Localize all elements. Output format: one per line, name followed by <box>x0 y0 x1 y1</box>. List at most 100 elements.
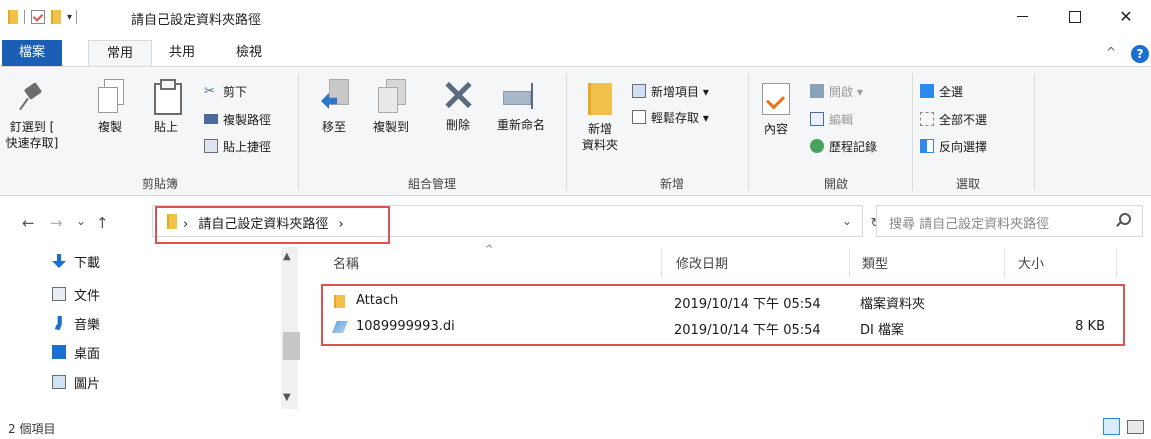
copy-to-button[interactable]: 複製到 <box>364 79 418 135</box>
copy-button[interactable]: 複製 <box>90 79 130 135</box>
move-to-label: 移至 <box>321 120 346 134</box>
open-button[interactable]: 開啟 ▾ <box>810 81 863 101</box>
close-button[interactable]: ✕ <box>1103 0 1149 33</box>
new-group-label: 新增 <box>659 177 684 191</box>
address-dropdown-button[interactable]: ⌄ <box>842 214 852 228</box>
folder-icon[interactable] <box>8 10 18 24</box>
history-icon <box>810 139 824 153</box>
up-button[interactable]: ↑ <box>96 214 109 232</box>
copy-path-icon <box>204 114 218 124</box>
maximize-button[interactable] <box>1052 0 1098 33</box>
nav-item-music[interactable]: 音樂 <box>52 313 100 333</box>
scroll-up-icon[interactable]: ▲ <box>283 251 291 262</box>
new-folder-label: 新增 資料夾 <box>581 122 618 152</box>
music-icon <box>54 316 62 330</box>
open-group-label: 開啟 <box>823 177 848 191</box>
edit-button[interactable]: 編輯 <box>810 109 853 129</box>
new-item-label: 新增項目 ▾ <box>651 84 709 99</box>
column-divider[interactable] <box>1004 248 1005 278</box>
nav-item-label: 下載 <box>74 255 101 271</box>
invert-selection-button[interactable]: 反向選擇 <box>920 136 987 156</box>
properties-check-icon[interactable] <box>31 10 45 24</box>
paste-button[interactable]: 貼上 <box>146 79 186 135</box>
select-all-icon <box>920 84 934 98</box>
navigation-pane: 下載 文件 音樂 桌面 圖片 <box>0 243 300 413</box>
new-folder-button[interactable]: 新增 資料夾 <box>574 83 626 153</box>
tab-home[interactable]: 常用 <box>88 40 152 66</box>
download-icon <box>52 254 66 268</box>
edit-icon <box>810 112 824 126</box>
copy-to-icon <box>376 79 406 113</box>
easy-access-label: 輕鬆存取 ▾ <box>651 110 709 125</box>
tab-file[interactable]: 檔案 <box>2 40 62 66</box>
new-folder-icon[interactable] <box>51 10 61 24</box>
status-item-count: 2 個項目 <box>8 422 56 436</box>
minimize-button[interactable] <box>999 0 1045 33</box>
column-divider[interactable] <box>661 248 662 278</box>
select-none-button[interactable]: 全部不選 <box>920 109 987 129</box>
copy-label: 複製 <box>97 120 122 134</box>
easy-access-button[interactable]: 輕鬆存取 ▾ <box>632 107 709 127</box>
edit-label: 編輯 <box>829 112 854 127</box>
invert-selection-icon <box>920 139 934 153</box>
move-to-button[interactable]: 移至 <box>314 79 354 135</box>
nav-item-downloads[interactable]: 下載 <box>52 251 100 271</box>
history-button[interactable]: 歷程記錄 <box>810 136 877 156</box>
move-to-icon <box>319 79 349 113</box>
copy-path-button[interactable]: 複製路徑 <box>204 109 271 129</box>
nav-item-pictures[interactable]: 圖片 <box>52 372 100 392</box>
group-divider <box>912 73 913 191</box>
copy-icon <box>96 79 124 113</box>
recent-locations-button[interactable]: ⌄ <box>76 214 86 228</box>
scrollbar-thumb[interactable] <box>283 332 300 360</box>
search-input[interactable]: 搜尋 請自己設定資料夾路徑 <box>889 213 1049 232</box>
pictures-icon <box>52 375 66 389</box>
select-none-label: 全部不選 <box>939 112 988 127</box>
invert-selection-label: 反向選擇 <box>939 139 988 154</box>
qat-customize-dropdown[interactable]: ▾ <box>67 12 72 23</box>
nav-item-documents[interactable]: 文件 <box>52 284 100 304</box>
tab-view[interactable]: 檢視 <box>222 40 276 66</box>
details-view-icon[interactable] <box>1103 418 1120 435</box>
nav-item-desktop[interactable]: 桌面 <box>52 342 100 362</box>
rename-icon <box>501 81 541 111</box>
ribbon-tabs: 檔案 常用 共用 檢視 <box>0 40 1151 66</box>
column-header-name[interactable]: 名稱 <box>333 253 359 272</box>
clipboard-group-label: 剪貼簿 <box>141 177 178 191</box>
column-divider[interactable] <box>849 248 850 278</box>
nav-scrollbar[interactable] <box>281 247 298 409</box>
new-item-button[interactable]: 新增項目 ▾ <box>632 81 709 101</box>
column-header-size[interactable]: 大小 <box>1018 253 1044 272</box>
desktop-icon <box>52 345 66 359</box>
large-icons-view-icon[interactable] <box>1127 420 1144 434</box>
back-button[interactable]: ← <box>22 214 35 232</box>
select-all-button[interactable]: 全選 <box>920 81 963 101</box>
delete-icon <box>442 79 474 111</box>
file-rows-highlight-box <box>321 284 1125 346</box>
nav-item-label: 圖片 <box>74 376 101 392</box>
address-highlight-box <box>155 206 390 244</box>
rename-button[interactable]: 重新命名 <box>486 81 556 133</box>
delete-button[interactable]: 刪除 <box>436 79 480 133</box>
select-group-label: 選取 <box>955 177 980 191</box>
forward-button[interactable]: → <box>50 214 63 232</box>
help-icon[interactable]: ? <box>1131 45 1149 63</box>
column-header-type[interactable]: 類型 <box>862 253 888 272</box>
properties-button[interactable]: 內容 <box>756 83 796 137</box>
pin-to-quick-access-button[interactable]: 釘選到 [ 快速存取] <box>4 83 60 151</box>
cut-button[interactable]: ✂ 剪下 <box>204 81 247 101</box>
column-divider[interactable] <box>1116 248 1117 278</box>
paste-label: 貼上 <box>153 120 178 134</box>
search-icon[interactable] <box>1119 213 1131 225</box>
paste-shortcut-button[interactable]: 貼上捷徑 <box>204 136 271 156</box>
open-label: 開啟 ▾ <box>829 84 863 99</box>
column-header-modified[interactable]: 修改日期 <box>676 253 728 272</box>
tab-share[interactable]: 共用 <box>158 40 206 66</box>
sort-ascending-icon: ^ <box>485 244 494 255</box>
scroll-down-icon[interactable]: ▼ <box>283 392 291 403</box>
pin-icon <box>19 83 45 113</box>
select-none-icon <box>920 112 934 126</box>
title-bar: ▾ 請自己設定資料夾路徑 ✕ <box>0 0 1151 33</box>
cut-label: 剪下 <box>223 84 248 99</box>
collapse-ribbon-icon[interactable]: ^ <box>1106 45 1116 59</box>
